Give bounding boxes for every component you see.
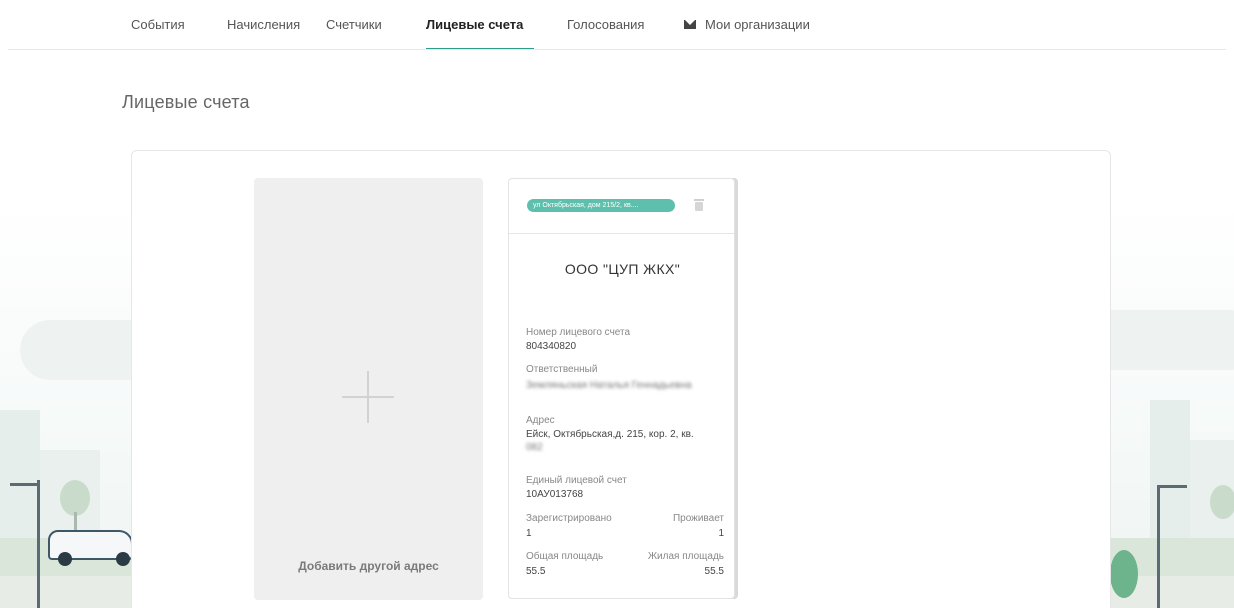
street-lamp-arm bbox=[1157, 485, 1187, 488]
nav-tab-events[interactable]: События bbox=[131, 0, 185, 50]
tree bbox=[1210, 485, 1234, 519]
street-lamp bbox=[37, 480, 40, 608]
total-area-value: 55.5 bbox=[526, 566, 546, 577]
nav-tab-my-organizations[interactable]: Мои организации bbox=[684, 0, 810, 50]
residing-count: 1 bbox=[718, 528, 724, 539]
account-number: 804340820 bbox=[526, 341, 577, 352]
nav-tab-label: Лицевые счета bbox=[426, 17, 524, 32]
account-card-header: ул Октябрьская, дом 215/2, кв.... bbox=[509, 179, 734, 234]
nav-tab-meters[interactable]: Счетчики bbox=[326, 0, 382, 50]
total-area-label: Общая площадь bbox=[526, 551, 604, 562]
trash-body bbox=[695, 202, 703, 211]
responsible-label: Ответственный bbox=[526, 364, 598, 375]
top-navigation: События Начисления Счетчики Лицевые счет… bbox=[0, 0, 1234, 50]
living-area-value: 55.5 bbox=[704, 566, 724, 577]
account-card[interactable]: ул Октябрьская, дом 215/2, кв.... ООО "Ц… bbox=[508, 178, 735, 599]
registered-count: 1 bbox=[526, 528, 532, 539]
envelope-icon bbox=[684, 20, 696, 30]
tree bbox=[60, 480, 90, 516]
street-lamp-arm bbox=[10, 483, 40, 486]
tree bbox=[1110, 550, 1138, 598]
living-area-label: Жилая площадь bbox=[647, 551, 724, 562]
single-account-label: Единый лицевой счет bbox=[526, 475, 627, 486]
address-line-apartment: 082 bbox=[526, 442, 543, 453]
address-label: Адрес bbox=[526, 415, 555, 426]
nav-tab-charges[interactable]: Начисления bbox=[227, 0, 300, 50]
address-badge[interactable]: ул Октябрьская, дом 215/2, кв.... bbox=[527, 199, 675, 212]
page-title: Лицевые счета bbox=[122, 92, 250, 112]
nav-tab-personal-accounts[interactable]: Лицевые счета bbox=[426, 0, 534, 50]
trash-icon[interactable] bbox=[694, 199, 704, 211]
address-line: Ейск, Октябрьская,д. 215, кор. 2, кв. bbox=[526, 429, 694, 440]
registered-label: Зарегистрировано bbox=[526, 513, 612, 524]
street-lamp bbox=[1157, 485, 1160, 608]
trash-lid bbox=[694, 199, 704, 201]
residing-label: Проживает bbox=[672, 513, 724, 524]
nav-divider bbox=[8, 49, 1226, 50]
car-wheel bbox=[116, 552, 130, 566]
plus-icon bbox=[367, 371, 369, 423]
organization-name: ООО "ЦУП ЖКХ" bbox=[564, 261, 681, 277]
add-address-label: Добавить другой адрес bbox=[298, 559, 439, 573]
nav-tab-label: Мои организации bbox=[705, 17, 810, 32]
car-wheel bbox=[58, 552, 72, 566]
nav-tab-voting[interactable]: Голосования bbox=[567, 0, 644, 50]
single-account-number: 10АУ013768 bbox=[526, 489, 584, 500]
responsible-name: Земляньская Наталья Геннадьевна bbox=[526, 380, 692, 391]
account-number-label: Номер лицевого счета bbox=[526, 327, 631, 338]
